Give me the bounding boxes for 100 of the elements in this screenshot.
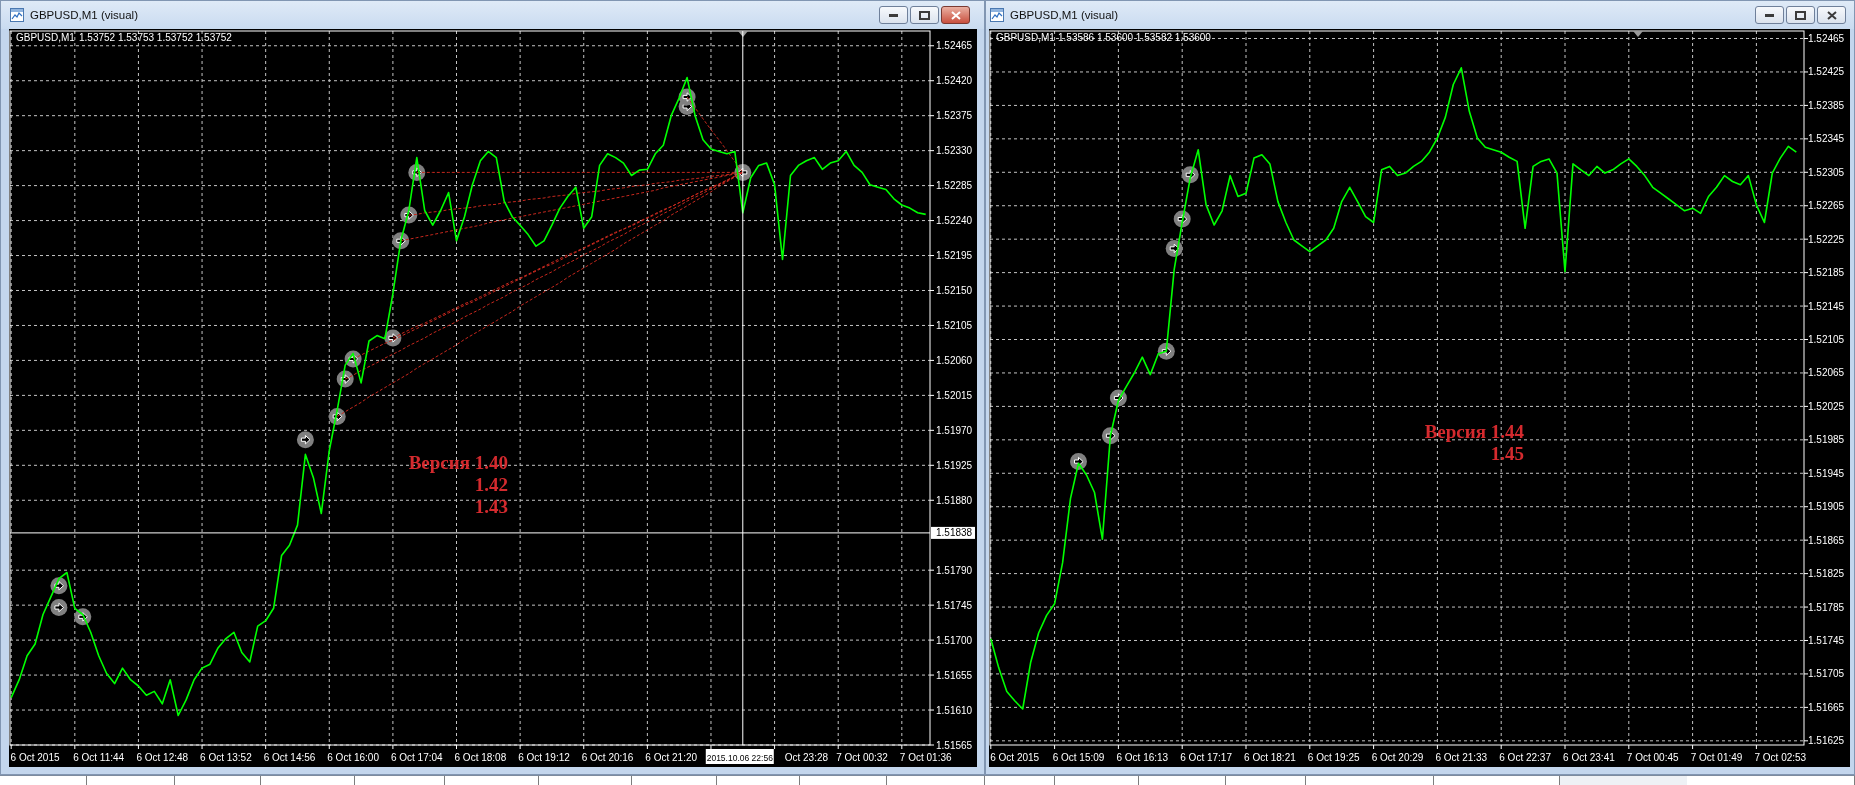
time-axis-label: 6 Oct 16:00 [327,752,379,763]
window-title: GBPUSD,M1 (visual) [1010,9,1118,21]
price-axis-label: 1.52465 [1803,33,1845,44]
y-tick-label: 1.51700 [936,634,973,646]
price-axis-label: 1.52185 [1803,267,1845,279]
y-tick-label: 1.52015 [936,389,973,401]
price-axis-label: 1.52375 [929,110,973,122]
price-axis-label: 1.51665 [1803,701,1845,713]
time-axis-label: 7 Oct 02:53 [1754,752,1807,763]
price-axis-label: 1.51785 [1803,601,1845,613]
price-axis-label: 1.52150 [929,285,973,296]
annotation-text: Версия 1.40 [408,452,508,473]
price-axis-label: 1.51945 [1803,467,1845,479]
y-tick-label: 1.51745 [1808,634,1845,646]
price-axis-label: 1.51865 [1803,534,1845,546]
price-axis-label: 1.51925 [929,459,973,471]
time-axis-label: 6 Oct 15:09 [1052,752,1105,763]
y-tick-label: 1.52195 [936,250,973,262]
price-axis-label: 1.52225 [1803,233,1845,245]
crosshair-time-label: 2015.10.06 22:56 [705,749,774,764]
price-axis-label: 1.51905 [1803,501,1845,513]
price-axis-label: 1.52195 [929,250,973,262]
price-axis-label: 1.52105 [929,319,973,331]
price-axis-label: 1.51565 [929,739,973,751]
price-axis-label: 1.52240 [929,215,973,227]
price-axis-label: 1.51655 [929,669,973,681]
price-axis-label: 1.52105 [1803,334,1845,345]
y-tick-label: 1.51925 [936,459,973,471]
y-tick-label: 1.52465 [1808,33,1845,45]
time-axis-label: 6 Oct 12:48 [136,752,189,763]
ohlc-quote-label: 1.53586 1.53600 1.53582 1.53600 [1058,32,1211,43]
time-axis-label: 6 Oct 2015 [10,752,60,763]
time-axis-label: 6 Oct 21:20 [645,752,698,763]
annotation-text: 1.43 [474,496,508,517]
price-axis-label: 1.51985 [1803,434,1845,446]
price-axis-label: 1.52265 [1803,200,1845,212]
price-axis-label: 1.52025 [1803,400,1845,412]
y-tick-label: 1.52240 [936,215,973,227]
y-tick-label: 1.51565 [936,739,973,751]
price-axis-label: 1.51970 [929,424,973,436]
price-axis-label: 1.51610 [929,704,973,716]
time-axis-label: 6 Oct 18:21 [1244,752,1296,763]
y-tick-label: 1.51745 [936,599,973,611]
time-axis-label: 7 Oct 00:32 [836,752,888,763]
time-axis-label: 7 Oct 01:36 [899,752,952,763]
time-axis-label: 6 Oct 2015 [990,752,1040,763]
price-axis-label: 1.52305 [1803,166,1845,178]
time-axis-label: 6 Oct 20:29 [1371,752,1424,763]
price-axis-label: 1.52345 [1803,133,1845,145]
price-axis-label: 1.52425 [1803,66,1845,78]
price-axis-label: 1.51880 [929,494,973,506]
time-axis-label: 6 Oct 14:56 [263,752,316,763]
ohlc-quote-label: 1.53752 1.53753 1.53752 1.53752 [79,32,232,43]
price-axis-label: 1.52385 [1803,99,1845,111]
time-axis-label: 6 Oct 18:08 [454,752,507,763]
price-axis-label: 1.52285 [929,180,973,192]
y-tick-label: 1.52420 [936,75,973,87]
time-axis-label: 7 Oct 00:45 [1626,752,1679,763]
annotation-text: 1.42 [474,474,508,495]
time-axis-label: 7 Oct 01:49 [1690,752,1743,763]
y-tick-label: 1.51880 [936,494,973,506]
price-axis-label: 1.51745 [1803,635,1845,646]
chart-symbol-label: GBPUSD,M1 [16,32,75,43]
price-axis-label: 1.51825 [1803,568,1845,580]
y-tick-label: 1.51610 [936,704,973,716]
price-axis-label: 1.52145 [1803,300,1845,312]
time-axis-label: 6 Oct 11:44 [73,752,125,763]
time-axis-label: 6 Oct 19:25 [1307,752,1360,763]
price-axis-label: 1.52015 [929,389,973,401]
price-axis-label: 1.51700 [929,634,973,646]
time-axis-label: 6 Oct 21:33 [1435,752,1488,763]
time-axis-label: 6 Oct 13:52 [200,752,252,763]
annotation-text: 1.45 [1490,443,1524,464]
chart-symbol-label: GBPUSD,M1 [996,32,1055,43]
price-axis-label: 1.51790 [929,564,973,576]
price-axis-label: 1.52330 [929,145,973,157]
time-axis-label: Oct 23:28 [784,752,829,763]
y-tick-label: 1.51655 [936,669,973,681]
time-axis-label: 6 Oct 17:17 [1180,752,1232,763]
price-axis-label: 1.51705 [1803,668,1845,680]
y-tick-label: 1.51790 [936,564,973,576]
y-tick-label: 1.52105 [936,319,973,331]
y-tick-label: 1.52150 [936,285,973,296]
time-axis-label: 6 Oct 22:37 [1499,752,1551,763]
price-axis-label: 1.51745 [929,599,973,611]
time-axis-label: 6 Oct 17:04 [390,752,443,763]
price-axis-label: 1.52420 [929,75,973,87]
y-tick-label: 1.52465 [936,40,973,52]
crosshair-price-label: 1.51838 [931,526,975,539]
y-tick-label: 1.52060 [936,354,973,366]
ref-line-label: 1.51838 [936,527,973,539]
time-axis-label: 6 Oct 16:13 [1116,752,1169,763]
time-axis-label: 6 Oct 23:41 [1563,752,1615,763]
price-axis-label: 1.52060 [929,354,973,366]
y-tick-label: 1.52375 [936,110,973,122]
y-tick-label: 1.51970 [936,424,973,436]
price-axis-label: 1.52465 [929,40,973,52]
time-axis-label: 6 Oct 19:12 [518,752,570,763]
y-tick-label: 1.52285 [936,180,973,192]
window-title: GBPUSD,M1 (visual) [30,9,138,21]
